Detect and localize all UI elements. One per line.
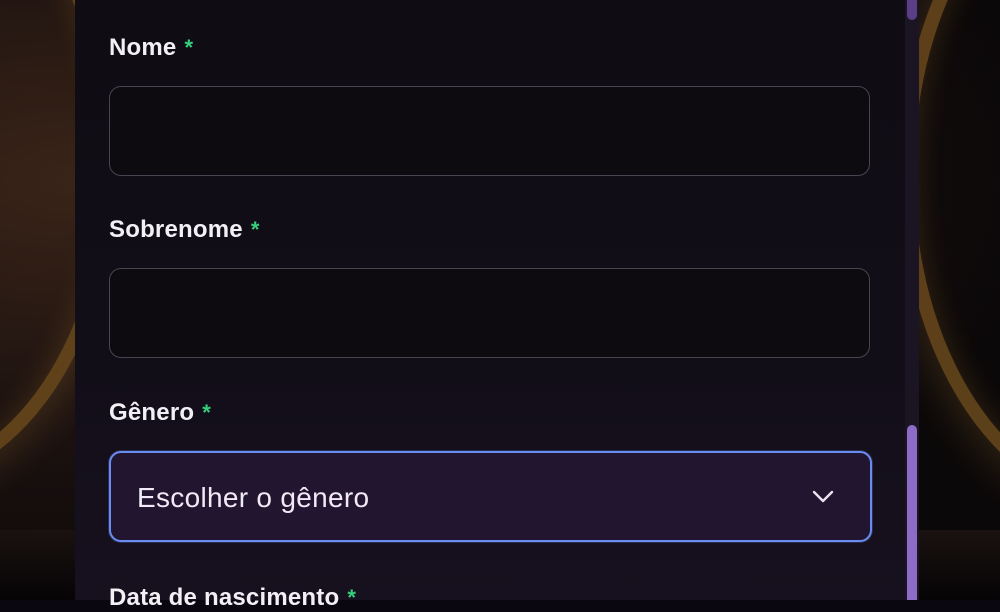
form-scrollbar[interactable] [905,0,919,600]
birth-date-label: Data de nascimento * [109,584,356,612]
gender-label: Gênero * [109,399,211,427]
required-asterisk: * [250,217,260,242]
required-asterisk: * [202,400,211,425]
last-name-label-text: Sobrenome [109,216,243,243]
first-name-label: Nome * [109,34,193,62]
gender-label-text: Gênero [109,399,195,426]
required-asterisk: * [184,35,194,60]
scrollbar-thumb[interactable] [907,425,917,600]
required-asterisk: * [347,585,357,610]
gender-select[interactable]: Escolher o gênero [109,451,872,542]
first-name-label-text: Nome [109,34,177,61]
last-name-label: Sobrenome * [109,216,260,244]
first-name-input[interactable] [109,86,870,176]
birth-date-label-text: Data de nascimento [109,584,340,611]
scrollbar-cap [907,0,917,20]
gender-select-value: Escolher o gênero [137,482,370,513]
last-name-input[interactable] [109,268,870,358]
chevron-down-icon [812,485,834,507]
